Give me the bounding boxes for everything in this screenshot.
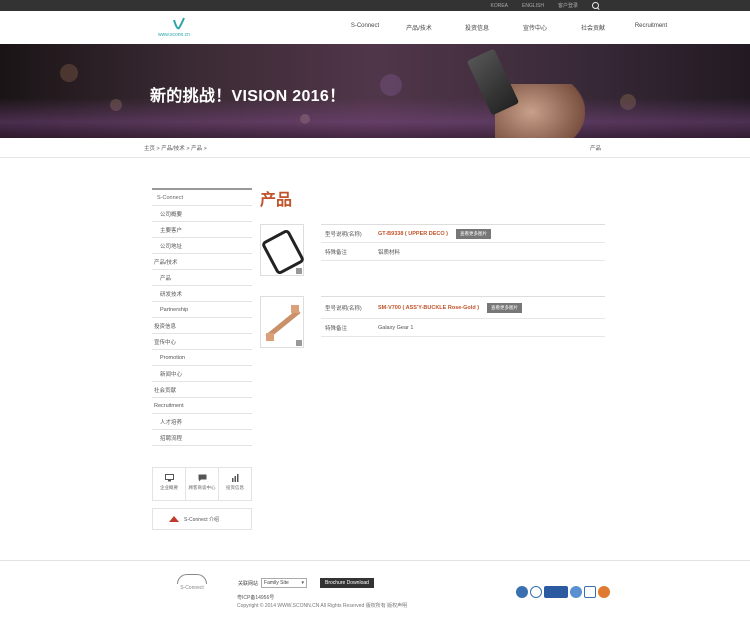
model-value: GT-B9338 ( UPPER DECO ): [378, 230, 448, 237]
sidebar-item-rnd[interactable]: 研发技术: [152, 286, 252, 302]
quick-link-consult[interactable]: 顾客商谈中心: [186, 468, 219, 500]
cert-badge-icon: [530, 586, 542, 598]
cert-badge-icon: [544, 586, 568, 598]
link-english[interactable]: ENGLISH: [522, 3, 544, 9]
feature-value: Galaxy Gear 1: [378, 324, 414, 331]
logo-mark-icon: [173, 17, 185, 30]
quick-link-overview[interactable]: 企业概要: [153, 468, 186, 500]
quick-link-label: 顾客商谈中心: [188, 485, 216, 490]
copyright-text: Copyright © 2014 WWW.SCONN.CN All Rights…: [237, 603, 408, 609]
sidebar-item-address[interactable]: 公司地址: [152, 238, 252, 254]
nav-item-products[interactable]: 产品/技术: [390, 23, 448, 32]
model-label: 型号说明(名称): [325, 231, 362, 238]
sidebar-item-talent[interactable]: 人才培养: [152, 414, 252, 430]
cert-badge-icon: [570, 586, 582, 598]
site-footer: S-Connect 关联网站 Family Site ▾ Brochure Do…: [0, 560, 750, 624]
nav-item-recruitment[interactable]: Recruitment: [622, 23, 680, 32]
zoom-icon[interactable]: [296, 268, 302, 274]
table-row: 特殊备注 Galaxy Gear 1: [321, 319, 605, 337]
product-spec-table: 型号说明(名称) SM-V700 ( ASS'Y-BUCKLE Rose-Gol…: [321, 296, 605, 337]
footer-logo-mark-icon: [177, 574, 207, 584]
sidebar-item-pr-center[interactable]: 宣传中心: [152, 334, 252, 350]
table-row: 型号说明(名称) SM-V700 ( ASS'Y-BUCKLE Rose-Gol…: [321, 297, 605, 319]
family-site-select[interactable]: Family Site ▾: [261, 578, 308, 588]
nav-item-investment[interactable]: 投资信息: [448, 23, 506, 32]
model-label: 型号说明(名称): [325, 305, 362, 312]
breadcrumb[interactable]: 主页 > 产品/技术 > 产品 >: [144, 144, 207, 152]
search-icon[interactable]: [592, 1, 600, 10]
link-customer-login[interactable]: 客户登录: [558, 2, 578, 9]
sconnect-intro-card[interactable]: S-Connect 介绍: [152, 508, 252, 530]
feature-label: 特殊备注: [325, 325, 348, 332]
breadcrumb-bar: 主页 > 产品/技术 > 产品 > 产品: [0, 138, 750, 158]
chevron-down-icon: ▾: [301, 580, 305, 586]
site-header: www.sconn.cn S-Connect 产品/技术 投资信息 宣传中心 社…: [0, 11, 750, 44]
nav-item-sconnect[interactable]: S-Connect: [340, 23, 390, 32]
breadcrumb-current: 产品: [590, 146, 602, 152]
model-value: SM-V700 ( ASS'Y-BUCKLE Rose-Gold ): [378, 304, 480, 311]
monitor-icon: [164, 474, 174, 482]
table-row: 型号说明(名称) GT-B9338 ( UPPER DECO ) 查看更多图片: [321, 225, 605, 243]
sidebar-menu: S-Connect 公司概要 主要客户 公司地址 产品/技术 产品 研发技术 P…: [152, 188, 252, 446]
quick-link-investment[interactable]: 投资信息: [219, 468, 251, 500]
sconnect-card-label: S-Connect 介绍: [184, 516, 220, 523]
zoom-icon[interactable]: [296, 340, 302, 346]
cert-badge-icon: [584, 586, 596, 598]
cert-badge-icon: [516, 586, 528, 598]
nav-item-pr-center[interactable]: 宣传中心: [506, 23, 564, 32]
feature-value: 铝质材料: [378, 249, 401, 256]
banner-headline: 新的挑战！VISION 2016！: [150, 88, 346, 105]
brochure-download-button[interactable]: Brochure Download: [320, 578, 374, 588]
sidebar-item-recruitment[interactable]: Recruitment: [152, 398, 252, 414]
nav-item-social[interactable]: 社会贡献: [564, 23, 622, 32]
page-title: 产品: [260, 192, 293, 209]
cert-badge-icon: [598, 586, 610, 598]
site-logo[interactable]: www.sconn.cn: [158, 17, 203, 39]
sidebar-item-partnership[interactable]: Partnership: [152, 302, 252, 318]
logo-text: www.sconn.cn: [158, 32, 190, 38]
sidebar-item-products[interactable]: 产品: [152, 270, 252, 286]
product-spec-table: 型号说明(名称) GT-B9338 ( UPPER DECO ) 查看更多图片 …: [321, 224, 605, 261]
more-images-button[interactable]: 查看更多图片: [487, 302, 523, 313]
family-site-value: Family Site: [264, 580, 289, 586]
product-thumbnail[interactable]: [260, 224, 304, 276]
sidebar-item-hiring-process[interactable]: 招聘流程: [152, 430, 252, 446]
product-thumbnail[interactable]: [260, 296, 304, 348]
family-site-selector: 关联网站 Family Site ▾: [238, 578, 308, 588]
certification-badges: [516, 586, 610, 598]
more-images-button[interactable]: 查看更多图片: [456, 228, 491, 239]
bar-chart-icon: [231, 474, 238, 482]
table-row: 特殊备注 铝质材料: [321, 243, 605, 261]
chat-icon: [198, 474, 206, 482]
top-utility-bar: KOREA ENGLISH 客户登录: [0, 0, 750, 11]
sidebar-item-social[interactable]: 社会贡献: [152, 382, 252, 398]
quick-link-label: 投资信息: [226, 485, 244, 490]
sidebar-item-investment[interactable]: 投资信息: [152, 318, 252, 334]
link-korea[interactable]: KOREA: [491, 3, 509, 9]
quick-link-label: 企业概要: [160, 485, 178, 490]
family-site-label: 关联网站: [238, 580, 259, 587]
sidebar-item-news[interactable]: 新闻中心: [152, 366, 252, 382]
hero-banner: 新的挑战！VISION 2016！: [0, 44, 750, 138]
quick-links: 企业概要 顾客商谈中心 投资信息: [152, 467, 252, 501]
sidebar-item-sconnect[interactable]: S-Connect: [152, 190, 252, 206]
sconnect-logo-icon: [169, 516, 179, 522]
main-nav: S-Connect 产品/技术 投资信息 宣传中心 社会贡献 Recruitme…: [340, 23, 680, 32]
icp-number: 粤ICP备14956号: [237, 595, 275, 601]
sidebar-item-company-overview[interactable]: 公司概要: [152, 206, 252, 222]
feature-label: 特殊备注: [325, 249, 348, 256]
sidebar-item-promotion[interactable]: Promotion: [152, 350, 252, 366]
sidebar-item-main-customers[interactable]: 主要客户: [152, 222, 252, 238]
footer-logo: S-Connect: [173, 574, 211, 591]
footer-logo-text: S-Connect: [180, 585, 204, 591]
sidebar-item-products-tech[interactable]: 产品/技术: [152, 254, 252, 270]
